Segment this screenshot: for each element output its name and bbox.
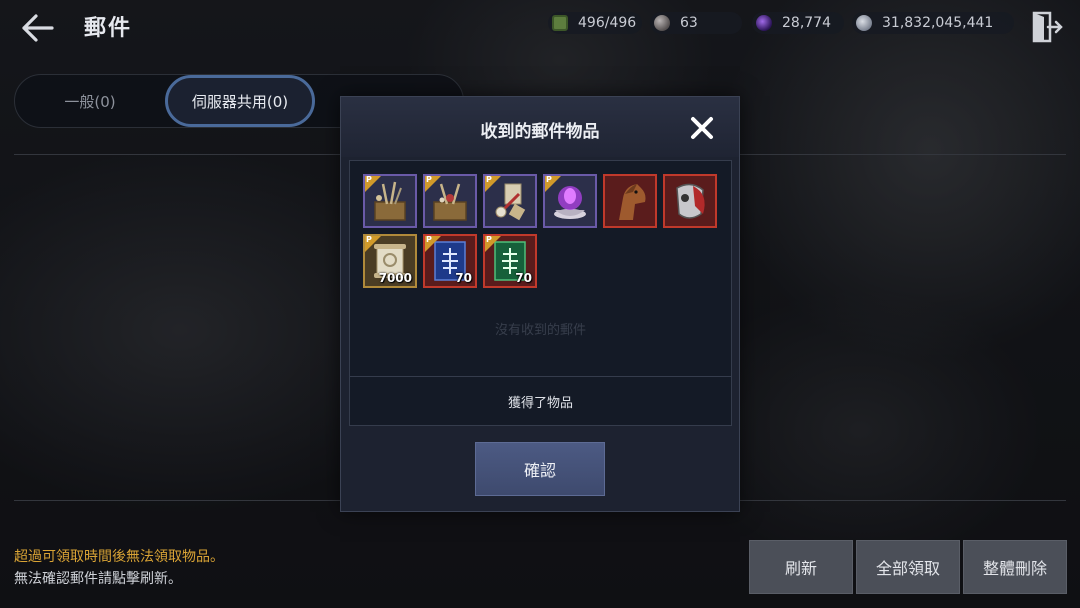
crystal-value: 28,774 bbox=[782, 15, 831, 31]
horse-head-icon bbox=[619, 184, 646, 220]
stamina-icon bbox=[552, 15, 568, 31]
close-button[interactable] bbox=[689, 115, 715, 141]
received-items-dialog: 收到的郵件物品 沒有收到的郵件 P P P P P 7000 P 70 P 70… bbox=[340, 96, 740, 512]
back-arrow-icon bbox=[22, 14, 54, 42]
result-text: 獲得了物品 bbox=[507, 396, 573, 411]
currency-crystal[interactable]: 28,774 bbox=[752, 12, 844, 34]
premium-badge-letter: P bbox=[366, 175, 372, 184]
page-title: 郵件 bbox=[84, 16, 133, 41]
premium-badge-letter: P bbox=[486, 235, 492, 244]
item-slot[interactable]: P bbox=[543, 174, 597, 228]
item-slot[interactable] bbox=[663, 174, 717, 228]
close-icon bbox=[691, 117, 713, 139]
currency-stamina[interactable]: 496/496 bbox=[548, 12, 642, 34]
expiry-warning: 超過可領取時間後無法領取物品。 bbox=[14, 549, 224, 565]
dialog-title: 收到的郵件物品 bbox=[480, 122, 600, 142]
exit-button[interactable] bbox=[1030, 10, 1064, 44]
item-slot[interactable]: P 70 bbox=[483, 234, 537, 288]
silver-coin-icon bbox=[856, 15, 872, 31]
horse-armor-icon bbox=[676, 183, 705, 219]
item-quantity: 7000 bbox=[378, 271, 412, 285]
currency-pearl[interactable]: 63 bbox=[650, 12, 742, 34]
currency-silver[interactable]: 31,832,045,441 bbox=[852, 12, 1014, 34]
result-panel: 獲得了物品 bbox=[349, 376, 732, 426]
premium-badge-letter: P bbox=[546, 175, 552, 184]
item-slot[interactable]: P bbox=[423, 174, 477, 228]
delete-all-button[interactable]: 整體刪除 bbox=[963, 540, 1067, 594]
item-slot[interactable]: P 7000 bbox=[363, 234, 417, 288]
refresh-hint: 無法確認郵件請點擊刷新。 bbox=[14, 571, 182, 587]
premium-badge-letter: P bbox=[366, 235, 372, 244]
confirm-button[interactable]: 確認 bbox=[475, 442, 605, 496]
premium-badge-letter: P bbox=[426, 235, 432, 244]
stamina-value: 496/496 bbox=[578, 15, 637, 31]
premium-badge-letter: P bbox=[426, 175, 432, 184]
crystal-icon bbox=[756, 15, 772, 31]
pearl-value: 63 bbox=[680, 15, 698, 31]
tab-general[interactable]: 一般(0) bbox=[15, 75, 165, 127]
item-slot[interactable]: P bbox=[363, 174, 417, 228]
item-quantity: 70 bbox=[515, 271, 532, 285]
empty-hint: 沒有收到的郵件 bbox=[494, 323, 586, 338]
premium-badge-letter: P bbox=[486, 175, 492, 184]
dialog-header: 收到的郵件物品 bbox=[341, 97, 739, 157]
item-slot[interactable] bbox=[603, 174, 657, 228]
item-quantity: 70 bbox=[455, 271, 472, 285]
tab-server-shared[interactable]: 伺服器共用(0) bbox=[165, 75, 315, 127]
exit-door-icon bbox=[1032, 11, 1063, 43]
back-button[interactable] bbox=[18, 10, 58, 46]
claim-all-button[interactable]: 全部領取 bbox=[856, 540, 960, 594]
silver-value: 31,832,045,441 bbox=[882, 15, 994, 31]
pearl-icon bbox=[654, 15, 670, 31]
refresh-button[interactable]: 刷新 bbox=[749, 540, 853, 594]
item-slot[interactable]: P bbox=[483, 174, 537, 228]
item-slot[interactable]: P 70 bbox=[423, 234, 477, 288]
